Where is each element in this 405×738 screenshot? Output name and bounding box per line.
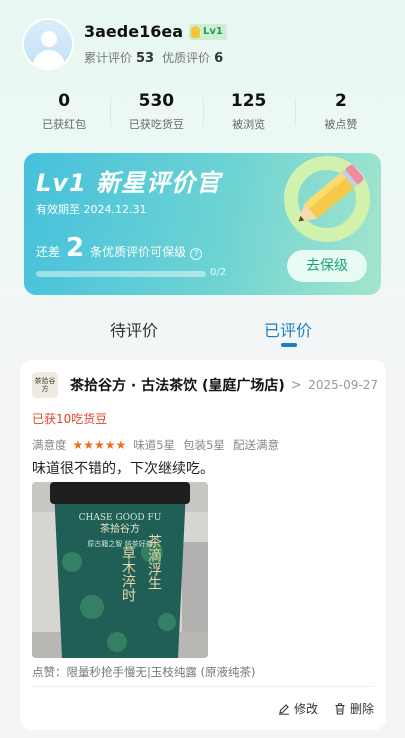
level-card[interactable]: Lv1 新星评价官 有效期至 2024.12.31 还差 2 条优质评价可保级 … [24, 153, 381, 295]
avatar-body [33, 50, 65, 68]
hint-suffix: 条优质评价可保级 [90, 245, 187, 259]
hint-prefix: 还差 [36, 245, 61, 259]
cup-print-top: CHASE GOOD FU [79, 513, 162, 523]
profile-info: 3aede16ea Lv1 累计评价 53 优质评价 6 [84, 22, 231, 66]
review-tabs: 待评价 已评价 [0, 313, 405, 353]
hint-count: 2 [66, 233, 85, 263]
help-icon[interactable]: ? [190, 248, 203, 260]
trash-icon [335, 702, 345, 715]
avatar[interactable] [22, 18, 74, 70]
level-badge: Lv1 [189, 23, 227, 40]
delete-button[interactable]: 删除 [334, 700, 374, 717]
edit-label: 修改 [293, 702, 318, 716]
packaging-rating: 包装5星 [183, 438, 225, 452]
edit-icon [278, 703, 289, 715]
counter-label: 被浏览 [232, 118, 266, 131]
tab-completed-reviews[interactable]: 已评价 [264, 317, 312, 341]
shop-row[interactable]: 茶拾谷方 茶拾谷方 · 古法茶饮 (皇庭广场店) > 2025-09-27 [32, 372, 378, 398]
quality-reviews-count: 6 [214, 51, 224, 66]
level-progress-text: 0/2 [210, 267, 227, 278]
counter-red-packets[interactable]: 0 已获红包 [18, 90, 110, 132]
counter-label: 已获红包 [42, 118, 87, 131]
review-card: 茶拾谷方 茶拾谷方 · 古法茶饮 (皇庭广场店) > 2025-09-27 已获… [20, 360, 386, 730]
counter-value: 530 [138, 91, 175, 111]
delete-label: 删除 [349, 702, 374, 716]
chevron-right-icon: > [290, 377, 302, 393]
counter-value: 125 [230, 91, 267, 111]
shop-logo: 茶拾谷方 [32, 372, 58, 398]
review-actions: 修改 删除 [262, 700, 374, 717]
ratings-row: 满意度 ★★★★★ 味道5星 包装5星 配送满意 [32, 437, 279, 453]
counter-foodie-beans[interactable]: 530 已获吃货豆 [110, 90, 202, 132]
quality-reviews-label: 优质评价 [162, 51, 211, 65]
tab-pending-reviews[interactable]: 待评价 [110, 317, 158, 341]
counter-label: 被点赞 [324, 118, 358, 131]
star-rating: ★★★★★ [72, 438, 127, 452]
counter-label: 已获吃货豆 [128, 118, 184, 131]
user-profile: 3aede16ea Lv1 累计评价 53 优质评价 6 [22, 18, 231, 70]
review-photo[interactable]: CHASE GOOD FU 茶拾谷方 原古籍之智 焙茶好茶 茶滴浮生 草木淬时 [32, 482, 208, 658]
divider [32, 686, 374, 687]
delivery-rating: 配送满意 [232, 438, 279, 452]
review-stats: 累计评价 53 优质评价 6 [84, 49, 231, 66]
counter-likes[interactable]: 2 被点赞 [294, 90, 387, 132]
username-row: 3aede16ea Lv1 [84, 22, 231, 41]
total-reviews-label: 累计评价 [84, 51, 133, 65]
cup-print-brand: 茶拾谷方 [100, 522, 140, 535]
level-title: Lv1 新星评价官 [36, 169, 221, 197]
total-reviews-count: 53 [136, 51, 155, 66]
username: 3aede16ea [84, 22, 183, 41]
pencil-icon [284, 156, 370, 242]
stats-counters: 0 已获红包 530 已获吃货豆 125 被浏览 2 被点赞 [18, 90, 387, 132]
cup-print-left: 草木淬时 [120, 546, 136, 602]
level-badge-label: Lv1 [203, 26, 223, 37]
level-progress-bar [36, 271, 206, 277]
taste-rating: 味道5星 [133, 438, 176, 452]
shop-name: 茶拾谷方 · 古法茶饮 (皇庭广场店) [70, 378, 285, 394]
lightbulb-icon [191, 25, 200, 38]
level-valid-until: 有效期至 2024.12.31 [36, 203, 147, 216]
reward-text: 已获10吃货豆 [32, 412, 108, 426]
review-date: 2025-09-27 [308, 378, 378, 392]
level-keep-hint: 还差 2 条优质评价可保级 ? [36, 233, 203, 263]
active-tab-indicator [281, 343, 297, 347]
avatar-head [41, 31, 57, 47]
review-text: 味道很不错的，下次继续吃。 [32, 461, 214, 477]
counter-value: 2 [334, 91, 347, 111]
keep-level-button[interactable]: 去保级 [287, 250, 367, 282]
satisfaction-label: 满意度 [32, 438, 67, 452]
cup-print-right: 茶滴浮生 [146, 534, 162, 590]
edit-button[interactable]: 修改 [278, 700, 318, 717]
counter-value: 0 [58, 91, 71, 111]
liked-items: 点赞：限量秒抢手慢无|玉枝纯露 (原液纯茶) [32, 665, 256, 679]
counter-views[interactable]: 125 被浏览 [202, 90, 295, 132]
